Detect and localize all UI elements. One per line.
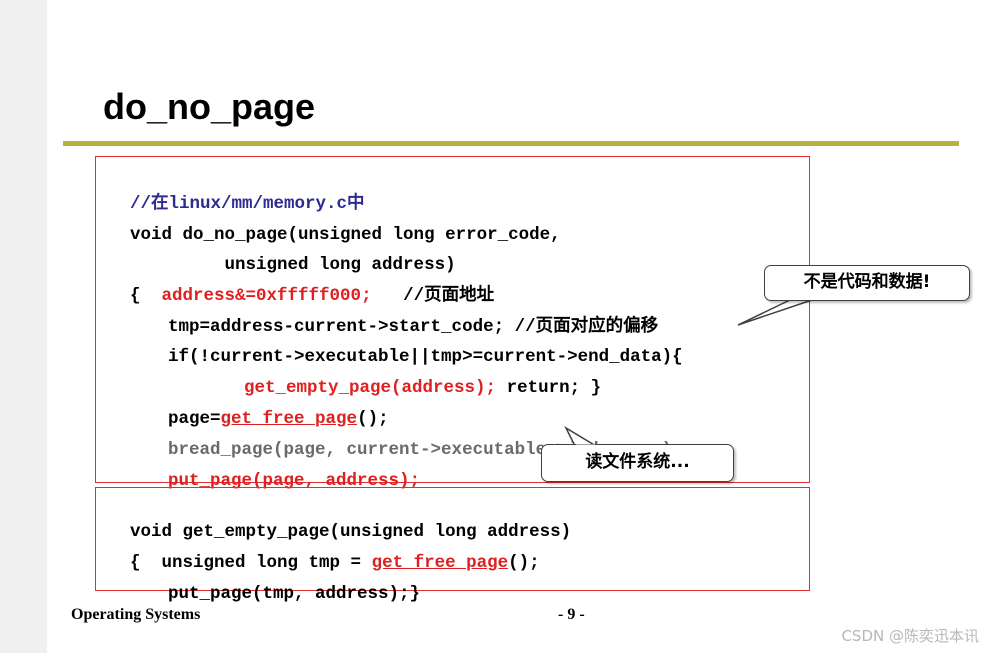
footer-course: Operating Systems [71,606,201,623]
csdn-watermark: CSDN @陈奕迅本讯 [841,627,979,645]
footer-page-number: - 9 - [558,606,585,623]
callout-pointer-joins [576,298,811,447]
